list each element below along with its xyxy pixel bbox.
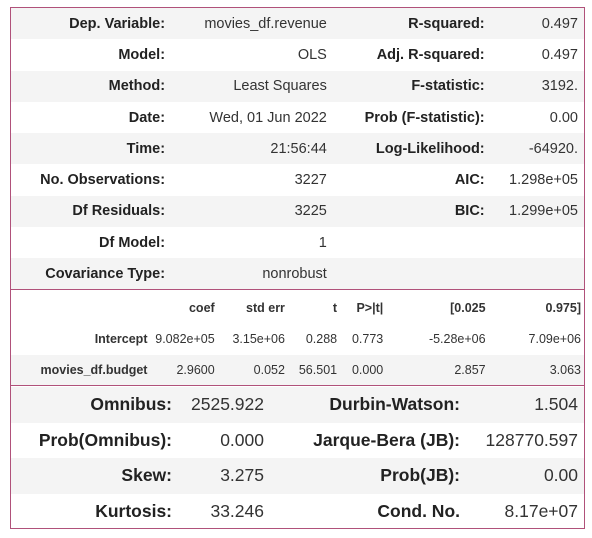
table-row: Df Model: 1 [11,227,584,258]
ols-summary-frame: Dep. Variable: movies_df.revenue R-squar… [10,7,585,529]
row-label: Intercept [94,332,148,346]
prob-f-statistic-value: 0.00 [549,109,578,126]
table-row: Omnibus: 2525.922 Durbin-Watson: 1.504 [11,387,584,423]
coefficients-table: coef std err t P>|t| [0.025 0.975] Inter… [11,293,584,385]
section-divider [11,385,584,386]
table-cell: 0.288 [305,332,338,346]
table-cell: 0.000 [337,355,384,385]
table-cell: 56.501 [284,355,338,385]
kurtosis-label: Kurtosis: [95,500,172,521]
table-row: Time: 21:56:44 Log-Likelihood: -64920. [11,133,584,165]
column-header: 0.975] [545,301,581,315]
prob-jb-label: Prob(JB): [276,458,466,494]
skew-label: Skew: [11,458,176,494]
column-header: std err [246,301,285,315]
r-squared-value: 0.497 [488,8,584,40]
prob-omnibus-label: Prob(Omnibus): [38,429,172,450]
table-row: Model: OLS Adj. R-squared: 0.497 [11,39,584,70]
table-cell: 2.857 [383,355,486,385]
durbin-watson-label: Durbin-Watson: [276,387,466,423]
table-row: Skew: 3.275 Prob(JB): 0.00 [11,458,584,494]
no-observations-label: No. Observations: [40,172,166,189]
omnibus-value: 2525.922 [176,387,276,423]
time-label: Time: [11,133,169,165]
df-model-value: 1 [318,234,327,251]
df-residuals-label: Df Residuals: [11,195,169,228]
no-observations-value: 3227 [294,172,327,189]
adj-r-squared-value: 0.497 [541,46,578,63]
bic-label: BIC: [328,195,489,228]
cond-no-value: 8.17e+07 [504,500,578,521]
table-row: Df Residuals: 3225 BIC: 1.299e+05 [11,195,584,228]
kurtosis-value: 33.246 [210,500,264,521]
table-header-row: coef std err t P>|t| [0.025 0.975] [11,293,584,323]
table-row: Dep. Variable: movies_df.revenue R-squar… [11,8,584,40]
df-model-label: Df Model: [98,234,166,251]
table-cell: -5.28e+06 [428,332,486,346]
table-cell: 9.082e+05 [155,332,215,346]
model-summary-table: Dep. Variable: movies_df.revenue R-squar… [11,8,584,290]
table-cell: 0.052 [214,355,285,385]
aic-label: AIC: [454,172,485,189]
column-header [11,293,152,323]
cond-no-label: Cond. No. [377,500,460,521]
table-cell: 3.063 [485,355,584,385]
table-row: movies_df.budget 2.9600 0.052 56.501 0.0… [11,355,584,385]
model-label: Model: [118,46,166,63]
time-value: 21:56:44 [168,133,329,165]
table-row: Kurtosis: 33.246 Cond. No. 8.17e+07 [11,494,584,530]
dep-variable-label: Dep. Variable: [11,8,169,40]
method-label: Method: [11,70,169,102]
adj-r-squared-label: Adj. R-squared: [376,46,485,63]
covariance-type-label: Covariance Type: [11,258,169,290]
table-row: No. Observations: 3227 AIC: 1.298e+05 [11,164,584,195]
prob-jb-value: 0.00 [466,458,584,494]
log-likelihood-label: Log-Likelihood: [328,133,489,165]
section-divider [11,289,584,290]
empty-cell [489,227,584,258]
empty-cell [328,258,489,290]
table-row: Date: Wed, 01 Jun 2022 Prob (F-statistic… [11,102,584,133]
empty-cell [329,227,489,258]
df-residuals-value: 3225 [168,195,329,228]
column-header: [0.025 [450,301,486,315]
prob-omnibus-value: 0.000 [220,429,264,450]
omnibus-label: Omnibus: [11,387,176,423]
model-value: OLS [297,46,327,63]
diagnostics-table: Omnibus: 2525.922 Durbin-Watson: 1.504 P… [11,387,584,529]
prob-f-statistic-label: Prob (F-statistic): [364,109,485,126]
table-row: Method: Least Squares F-statistic: 3192. [11,70,584,102]
aic-value: 1.298e+05 [509,172,578,189]
table-cell: 3.15e+06 [232,332,285,346]
date-label: Date: [128,109,166,126]
log-likelihood-value: -64920. [488,133,584,165]
f-statistic-value: 3192. [488,70,584,102]
jarque-bera-label: Jarque-Bera (JB): [313,429,460,450]
durbin-watson-value: 1.504 [466,387,584,423]
f-statistic-label: F-statistic: [328,70,489,102]
table-row: Covariance Type: nonrobust [11,258,584,290]
table-row: Prob(Omnibus): 0.000 Jarque-Bera (JB): 1… [11,423,584,459]
covariance-type-value: nonrobust [168,258,329,290]
date-value: Wed, 01 Jun 2022 [209,109,327,126]
table-cell: 0.773 [351,332,384,346]
skew-value: 3.275 [176,458,276,494]
r-squared-label: R-squared: [328,8,489,40]
empty-cell [488,258,584,290]
table-row: Intercept 9.082e+05 3.15e+06 0.288 0.773… [11,323,584,355]
table-cell: 7.09e+06 [528,332,581,346]
jarque-bera-value: 128770.597 [485,429,578,450]
bic-value: 1.299e+05 [488,195,584,228]
table-cell: 2.9600 [152,355,215,385]
column-header: P>|t| [356,301,384,315]
column-header: t [332,301,338,315]
method-value: Least Squares [168,70,329,102]
dep-variable-value: movies_df.revenue [168,8,329,40]
column-header: coef [188,301,215,315]
row-label: movies_df.budget [11,355,153,385]
